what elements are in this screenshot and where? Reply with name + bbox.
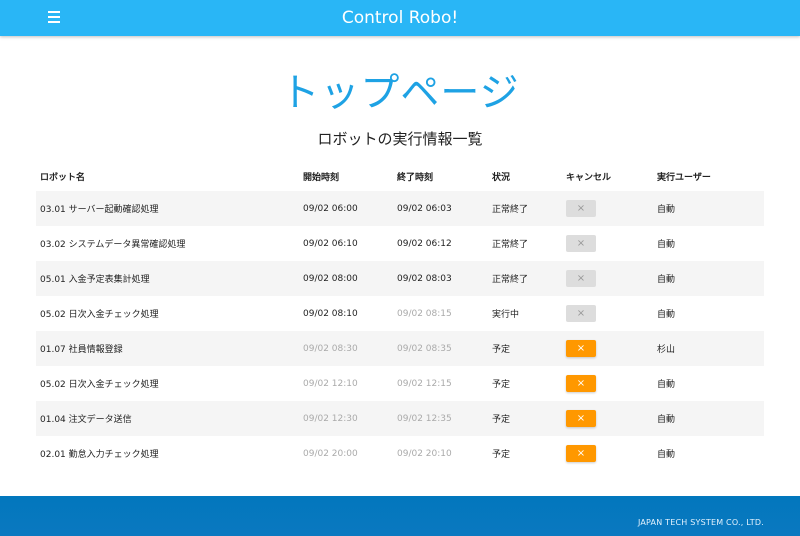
execution-user-cell: 自動 — [657, 450, 676, 460]
end-time-cell: 09/02 12:15 — [397, 378, 452, 389]
cancel-button[interactable]: × — [566, 340, 596, 357]
table-row: 03.01 サーバー起動確認処理 09/02 06:00 09/02 06:03 正常… — [36, 191, 764, 226]
robot-name-cell: 05.02 日次入金チェック処理 — [40, 380, 159, 390]
end-time-cell: 09/02 08:03 — [397, 273, 452, 284]
cancel-button[interactable]: × — [566, 445, 596, 462]
table-body: 03.01 サーバー起動確認処理 09/02 06:00 09/02 06:03 正常… — [36, 191, 764, 471]
start-time-cell: 09/02 20:00 — [303, 448, 358, 459]
status-cell: 正常終了 — [492, 240, 529, 250]
robot-execution-table: ロボット名 開始時刻 終了時刻 状況 キャンセル 実行ユーザー 03.01 サー… — [36, 162, 764, 471]
cancel-button[interactable]: × — [566, 375, 596, 392]
status-cell: 正常終了 — [492, 275, 529, 285]
column-header-status: 状況 — [492, 173, 511, 183]
table-row: 05.02 日次入金チェック処理 09/02 12:10 09/02 12:15 予定… — [36, 366, 764, 401]
cancel-cell: × — [566, 296, 596, 331]
start-time-cell: 09/02 06:10 — [303, 238, 358, 249]
end-time-cell: 09/02 12:35 — [397, 413, 452, 424]
execution-user-cell: 自動 — [657, 275, 676, 285]
table-row: 01.07 社員情報登録 09/02 08:30 09/02 08:35 予定 × 杉山 — [36, 331, 764, 366]
execution-user-cell: 自動 — [657, 310, 676, 320]
cancel-cell: × — [566, 191, 596, 226]
execution-user-cell: 自動 — [657, 380, 676, 390]
app-title: Control Robo! — [341, 8, 459, 28]
cancel-button: × — [566, 235, 596, 252]
status-cell: 予定 — [492, 415, 511, 425]
table-row: 02.01 勤怠入力チェック処理 09/02 20:00 09/02 20:10 予定… — [36, 436, 764, 471]
robot-name-cell: 05.02 日次入金チェック処理 — [40, 310, 159, 320]
execution-user-cell: 自動 — [657, 205, 676, 215]
cancel-button: × — [566, 305, 596, 322]
table-row: 05.02 日次入金チェック処理 09/02 08:10 09/02 08:15 実行… — [36, 296, 764, 331]
section-title: ロボットの実行情報一覧 — [317, 130, 483, 148]
page-title: トップページ — [280, 71, 520, 116]
robot-name-cell: 02.01 勤怠入力チェック処理 — [40, 450, 159, 460]
app-header: Control Robo! — [0, 0, 800, 36]
end-time-cell: 09/02 08:15 — [397, 308, 452, 319]
robot-name-cell: 05.01 入金予定表集計処理 — [40, 275, 150, 285]
execution-user-cell: 自動 — [657, 415, 676, 425]
cancel-cell: × — [566, 226, 596, 261]
start-time-cell: 09/02 06:00 — [303, 203, 358, 214]
column-header-user: 実行ユーザー — [657, 173, 711, 183]
start-time-cell: 09/02 12:10 — [303, 378, 358, 389]
status-cell: 正常終了 — [492, 205, 529, 215]
column-header-cancel: キャンセル — [566, 173, 612, 183]
cancel-button[interactable]: × — [566, 410, 596, 427]
end-time-cell: 09/02 20:10 — [397, 448, 452, 459]
cancel-button: × — [566, 200, 596, 217]
status-cell: 実行中 — [492, 310, 520, 320]
cancel-cell: × — [566, 331, 596, 366]
start-time-cell: 09/02 08:00 — [303, 273, 358, 284]
execution-user-cell: 杉山 — [657, 345, 676, 355]
end-time-cell: 09/02 06:03 — [397, 203, 452, 214]
cancel-cell: × — [566, 436, 596, 471]
execution-user-cell: 自動 — [657, 240, 676, 250]
robot-name-cell: 01.04 注文データ送信 — [40, 415, 132, 425]
table-header: ロボット名 開始時刻 終了時刻 状況 キャンセル 実行ユーザー — [36, 162, 764, 191]
start-time-cell: 09/02 12:30 — [303, 413, 358, 424]
cancel-cell: × — [566, 366, 596, 401]
column-header-start-time: 開始時刻 — [303, 173, 340, 183]
status-cell: 予定 — [492, 380, 511, 390]
column-header-robot-name: ロボット名 — [40, 173, 86, 183]
robot-name-cell: 03.01 サーバー起動確認処理 — [40, 205, 159, 215]
cancel-cell: × — [566, 401, 596, 436]
robot-name-cell: 03.02 システムデータ異常確認処理 — [40, 240, 186, 250]
start-time-cell: 09/02 08:30 — [303, 343, 358, 354]
robot-name-cell: 01.07 社員情報登録 — [40, 345, 123, 355]
status-cell: 予定 — [492, 450, 511, 460]
end-time-cell: 09/02 06:12 — [397, 238, 452, 249]
table-row: 01.04 注文データ送信 09/02 12:30 09/02 12:35 予定 × 自動 — [36, 401, 764, 436]
start-time-cell: 09/02 08:10 — [303, 308, 358, 319]
end-time-cell: 09/02 08:35 — [397, 343, 452, 354]
cancel-cell: × — [566, 261, 596, 296]
status-cell: 予定 — [492, 345, 511, 355]
table-row: 03.02 システムデータ異常確認処理 09/02 06:10 09/02 06:1… — [36, 226, 764, 261]
footer: JAPAN TECH SYSTEM CO., LTD. — [0, 496, 800, 536]
footer-company-name: JAPAN TECH SYSTEM CO., LTD. — [637, 518, 764, 527]
column-header-end-time: 終了時刻 — [397, 173, 434, 183]
table-row: 05.01 入金予定表集計処理 09/02 08:00 09/02 08:03 正常終… — [36, 261, 764, 296]
cancel-button: × — [566, 270, 596, 287]
